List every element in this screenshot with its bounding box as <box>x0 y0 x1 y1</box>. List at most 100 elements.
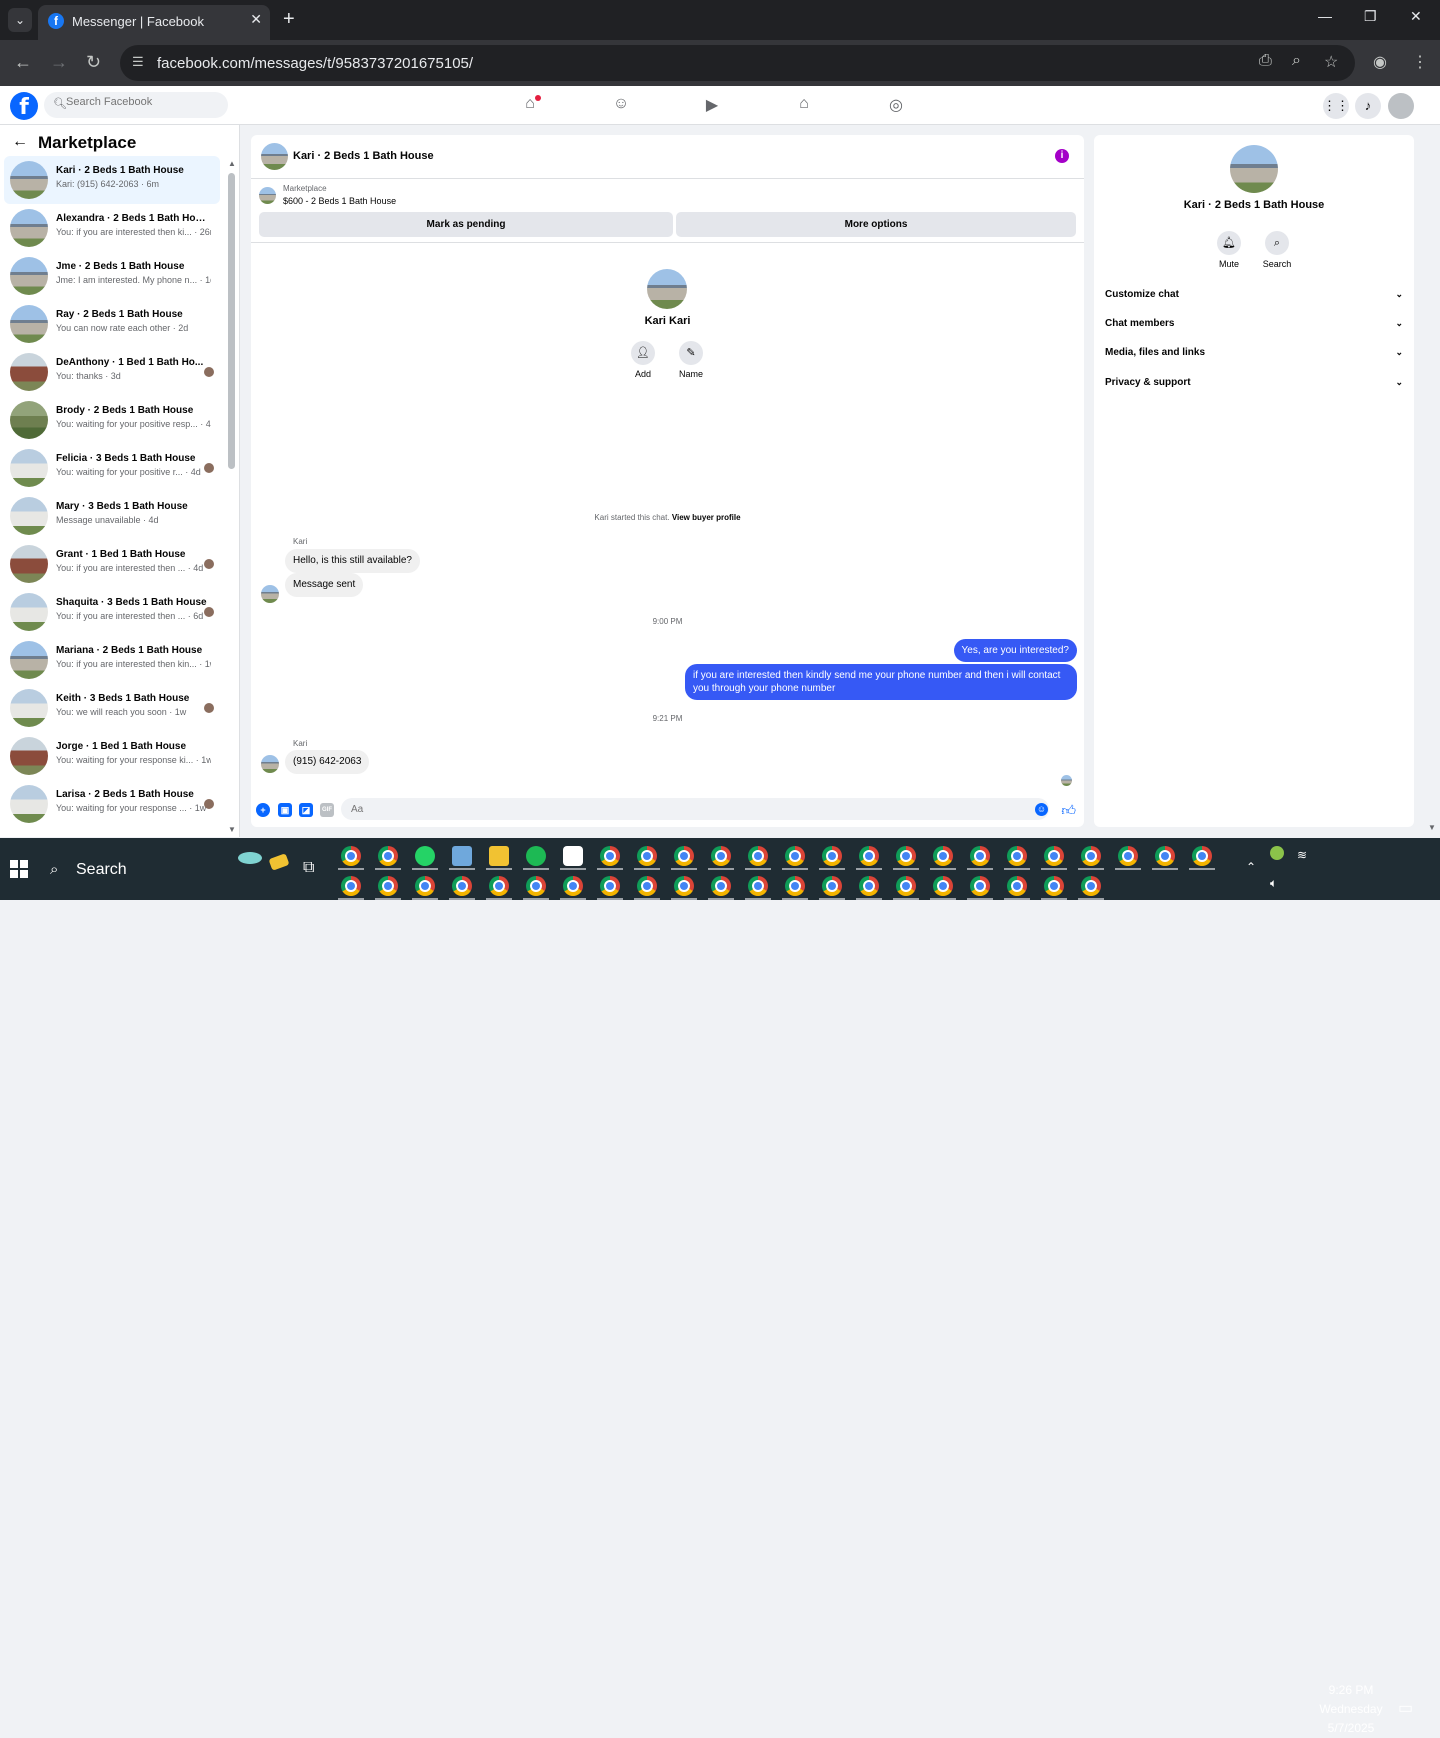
chrome-icon[interactable] <box>896 876 916 896</box>
notifications-bell-icon[interactable]: ♪ <box>1355 93 1381 119</box>
groups-icon[interactable]: ◎ <box>883 95 909 117</box>
chrome-icon[interactable] <box>933 876 953 896</box>
info-icon[interactable]: i <box>1055 149 1069 163</box>
reload-icon[interactable]: ↻ <box>86 52 101 73</box>
chrome-icon[interactable] <box>489 876 509 896</box>
conversation-item[interactable]: Keith · 3 Beds 1 Bath House You: we will … <box>4 684 220 732</box>
sender-avatar[interactable] <box>261 755 279 773</box>
chrome-icon[interactable] <box>378 876 398 896</box>
system-clock[interactable]: 9:26 PM Wednesday 5/7/2025 <box>1314 1681 1388 1738</box>
chrome-icon[interactable] <box>711 846 731 866</box>
conversation-item[interactable]: Felicia · 3 Beds 1 Bath House You: waitin… <box>4 444 220 492</box>
whatsapp-icon[interactable] <box>415 846 435 866</box>
marketplace-icon[interactable]: ⌂ <box>791 95 817 117</box>
chrome-icon[interactable] <box>785 876 805 896</box>
scroll-up-arrow[interactable]: ▲ <box>228 159 236 168</box>
chrome-icon[interactable] <box>1044 876 1064 896</box>
volume-muted-icon[interactable]: 🔈︎ <box>1270 876 1277 891</box>
chrome-icon[interactable] <box>859 846 879 866</box>
chrome-icon[interactable] <box>1081 846 1101 866</box>
chrome-icon[interactable] <box>526 876 546 896</box>
video-icon[interactable]: ▶ <box>699 95 725 117</box>
photo-icon[interactable]: ▣ <box>278 803 292 817</box>
incoming-message[interactable]: Message sent <box>285 573 364 597</box>
info-avatar[interactable] <box>1230 145 1278 193</box>
forward-icon[interactable]: → <box>50 52 68 73</box>
chrome-icon[interactable] <box>341 876 361 896</box>
chrome-icon[interactable] <box>415 876 435 896</box>
thumbs-up-icon[interactable]: 👍︎ <box>1061 802 1076 819</box>
browser-menu-icon[interactable]: ⋮ <box>1412 52 1428 72</box>
chrome-icon[interactable] <box>711 876 731 896</box>
chrome-icon[interactable] <box>1192 846 1212 866</box>
mute-button[interactable]: 🔔︎ Mute <box>1209 231 1249 269</box>
conversation-item[interactable]: Shaquita · 3 Beds 1 Bath House You: if yo… <box>4 588 220 636</box>
tab-close-icon[interactable]: ✕ <box>250 11 262 28</box>
chrome-icon[interactable] <box>600 876 620 896</box>
incoming-message[interactable]: (915) 642-2063 <box>285 750 370 774</box>
conversation-item[interactable]: Jorge · 1 Bed 1 Bath House You: waiting f… <box>4 732 220 780</box>
conversation-item[interactable]: Brody · 2 Beds 1 Bath House You: waiting … <box>4 396 220 444</box>
chrome-icon[interactable] <box>822 846 842 866</box>
facebook-search-input[interactable] <box>66 96 216 108</box>
incoming-message[interactable]: Hello, is this still available? <box>285 549 420 573</box>
plus-icon[interactable]: + <box>256 803 270 817</box>
restore-button[interactable]: ❐ <box>1364 8 1377 25</box>
chrome-icon[interactable] <box>600 846 620 866</box>
chrome-icon[interactable] <box>637 846 657 866</box>
chrome-icon[interactable] <box>563 876 583 896</box>
windows-start-icon[interactable] <box>10 860 28 878</box>
chrome-icon[interactable] <box>970 876 990 896</box>
chrome-icon[interactable] <box>896 846 916 866</box>
url-text[interactable]: facebook.com/messages/t/9583737201675105… <box>157 55 473 72</box>
notification-center-icon[interactable]: ▭ <box>1398 1698 1413 1718</box>
wifi-icon[interactable]: ≋ <box>1297 848 1307 862</box>
emoji-icon[interactable]: ☺ <box>1035 803 1048 816</box>
camera-app-icon[interactable] <box>563 846 583 866</box>
conversation-item[interactable]: Larisa · 2 Beds 1 Bath House You: waiting… <box>4 780 220 828</box>
facebook-logo-icon[interactable]: f <box>10 92 38 120</box>
chrome-icon[interactable] <box>1155 846 1175 866</box>
chrome-icon[interactable] <box>1044 846 1064 866</box>
install-app-icon[interactable]: ⎙ <box>1259 52 1272 70</box>
chat-members-section[interactable]: Chat members ⌄ <box>1105 318 1403 336</box>
tray-app-icon[interactable] <box>1270 846 1284 863</box>
show-hidden-icons-chevron-icon[interactable]: ⌃ <box>1246 860 1256 874</box>
facebook-search[interactable]: 🔍︎ <box>44 92 228 118</box>
chrome-icon[interactable] <box>674 846 694 866</box>
sender-avatar[interactable] <box>261 585 279 603</box>
conversation-item[interactable]: DeAnthony · 1 Bed 1 Bath Ho... You: thank… <box>4 348 220 396</box>
customize-chat-section[interactable]: Customize chat ⌄ <box>1105 289 1403 307</box>
site-info-icon[interactable]: ☰ <box>132 54 144 70</box>
chrome-icon[interactable] <box>1007 876 1027 896</box>
conversation-item[interactable]: Grant · 1 Bed 1 Bath House You: if you ar… <box>4 540 220 588</box>
conversation-item[interactable]: Ray · 2 Beds 1 Bath House You can now rat… <box>4 300 220 348</box>
friends-icon[interactable]: ☺ <box>608 95 634 117</box>
new-tab-button[interactable]: + <box>283 8 295 31</box>
window-close-button[interactable]: ✕ <box>1410 8 1422 25</box>
account-avatar[interactable] <box>1388 93 1414 119</box>
chrome-icon[interactable] <box>1118 846 1138 866</box>
message-input[interactable] <box>341 798 1049 820</box>
chrome-icon[interactable] <box>674 876 694 896</box>
chrome-icon[interactable] <box>1081 876 1101 896</box>
browser-tab-messenger[interactable]: f Messenger | Facebook ✕ <box>38 5 270 40</box>
outgoing-message[interactable]: Yes, are you interested? <box>953 639 1077 662</box>
profile-icon[interactable]: ◉ <box>1373 52 1387 72</box>
scrollbar-thumb[interactable] <box>228 173 235 469</box>
chrome-icon[interactable] <box>970 846 990 866</box>
conversation-item[interactable]: Alexandra · 2 Beds 1 Bath House You: if y… <box>4 204 220 252</box>
chrome-icon[interactable] <box>637 876 657 896</box>
address-bar[interactable]: ☰ facebook.com/messages/t/95837372016751… <box>120 45 1355 81</box>
listing-title[interactable]: $600 - 2 Beds 1 Bath House <box>283 196 396 206</box>
conversation-item[interactable]: Jme · 2 Beds 1 Bath House Jme: I am inter… <box>4 252 220 300</box>
chrome-icon[interactable] <box>822 876 842 896</box>
media-files-links-section[interactable]: Media, files and links ⌄ <box>1105 347 1403 365</box>
tab-search-menu-button[interactable]: ⌄ <box>8 8 32 32</box>
chrome-icon[interactable] <box>452 876 472 896</box>
notepad-icon[interactable] <box>452 846 472 866</box>
chrome-icon[interactable] <box>1007 846 1027 866</box>
back-arrow-icon[interactable]: ← <box>12 133 28 151</box>
chrome-icon[interactable] <box>859 876 879 896</box>
conversation-item[interactable]: Mary · 3 Beds 1 Bath House Message unavai… <box>4 492 220 540</box>
